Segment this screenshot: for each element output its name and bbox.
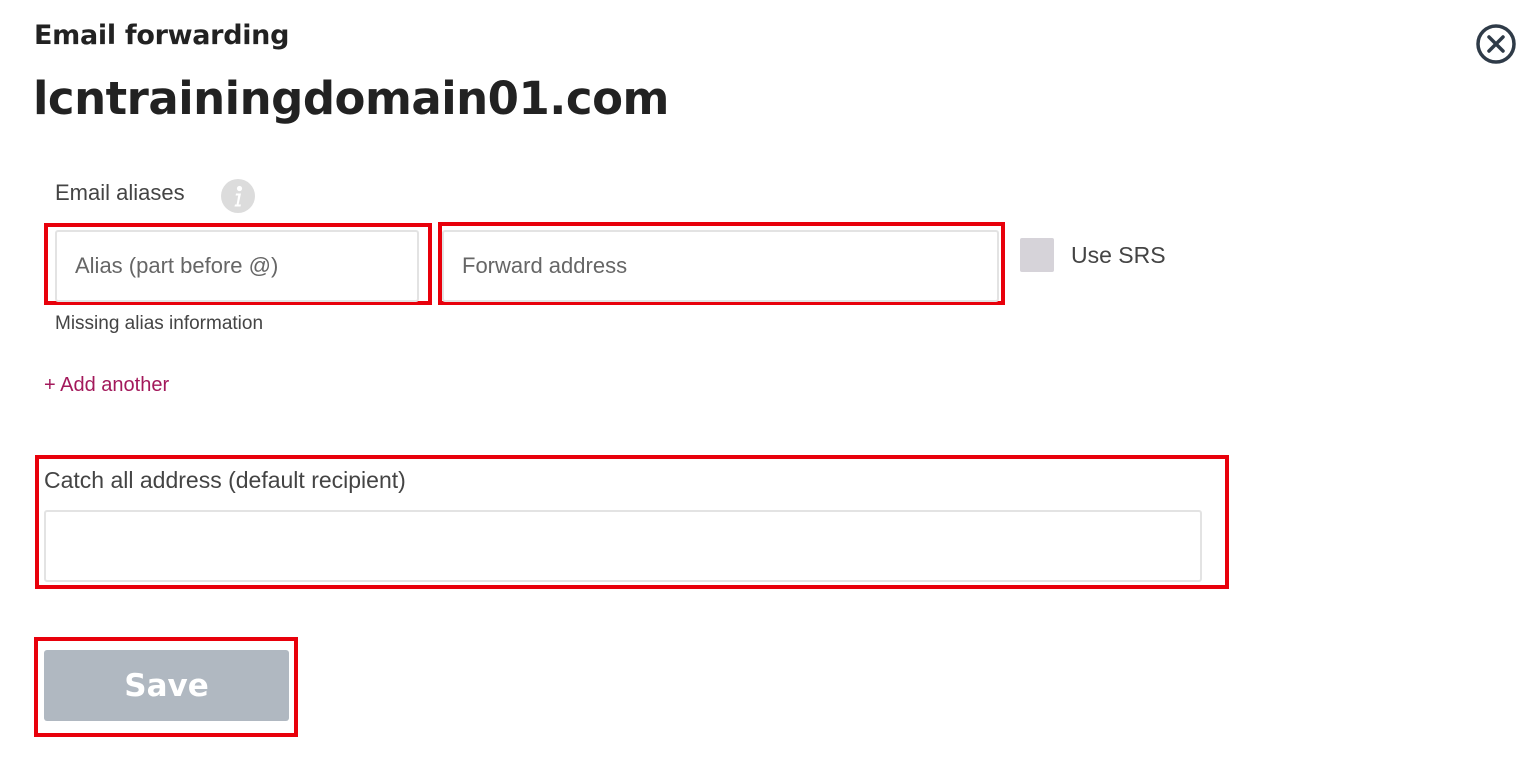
dialog-subtitle: Email forwarding <box>34 20 290 51</box>
catch-all-label: Catch all address (default recipient) <box>44 467 406 493</box>
save-button[interactable]: Save <box>44 650 289 721</box>
close-icon[interactable] <box>1476 24 1516 64</box>
forward-address-input[interactable] <box>442 230 999 302</box>
alias-input[interactable] <box>55 230 419 302</box>
use-srs-checkbox[interactable] <box>1020 238 1054 272</box>
email-aliases-label: Email aliases <box>55 180 185 205</box>
info-icon[interactable] <box>221 179 255 213</box>
domain-title: lcntrainingdomain01.com <box>33 72 669 125</box>
catch-all-input[interactable] <box>44 510 1202 582</box>
email-forwarding-dialog: Email forwarding lcntrainingdomain01.com… <box>0 0 1536 759</box>
add-another-link[interactable]: + Add another <box>44 374 169 397</box>
alias-error-message: Missing alias information <box>55 313 264 334</box>
use-srs-label[interactable]: Use SRS <box>1071 242 1166 269</box>
